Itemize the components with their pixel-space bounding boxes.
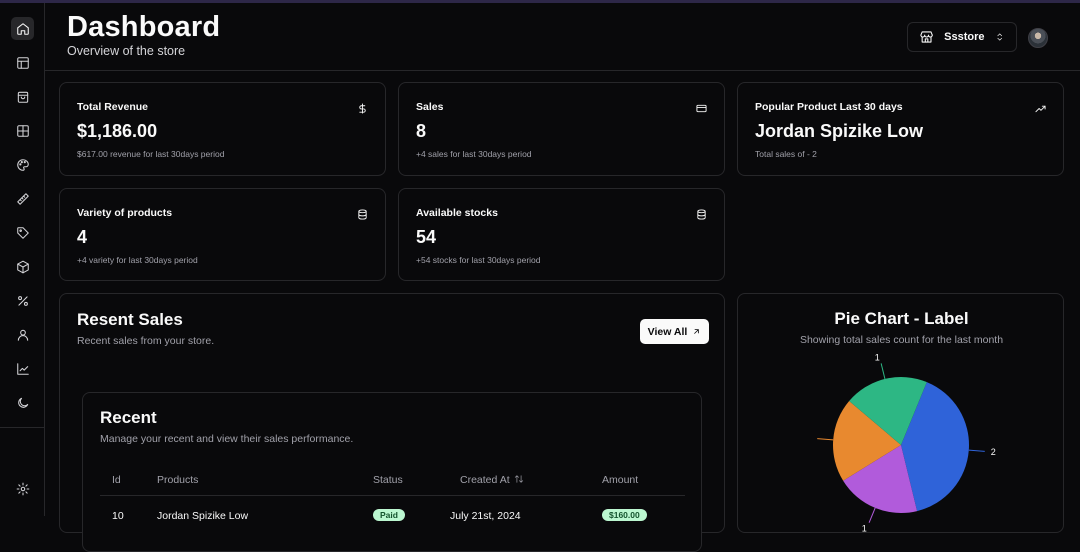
shopping-bag-icon[interactable]	[11, 85, 34, 108]
view-all-label: View All	[647, 325, 688, 338]
stat-note: +54 stocks for last 30days period	[416, 255, 541, 265]
table-cell-created: July 21st, 2024	[450, 510, 521, 522]
stat-label: Available stocks	[416, 207, 498, 219]
layout-icon[interactable]	[11, 51, 34, 74]
credit-card-icon	[696, 101, 707, 113]
trending-up-icon	[1035, 101, 1046, 113]
stat-note: $617.00 revenue for last 30days period	[77, 149, 225, 159]
pie-label-leader	[968, 449, 985, 452]
column-header-id: Id	[112, 474, 121, 486]
home-icon[interactable]	[11, 17, 34, 40]
stat-note: Total sales of - 2	[755, 149, 817, 159]
total-revenue-card: Total Revenue $1,186.00 $617.00 revenue …	[59, 82, 386, 176]
percent-icon[interactable]	[11, 289, 34, 312]
table-header-divider	[100, 495, 685, 496]
pie-label-leader	[880, 363, 886, 380]
store-switcher[interactable]: Ssstore	[907, 22, 1017, 52]
column-header-status: Status	[373, 474, 403, 486]
store-name: Ssstore	[944, 31, 985, 43]
pie-chart-card: Pie Chart - Label Showing total sales co…	[737, 293, 1064, 533]
recent-table-subtitle: Manage your recent and view their sales …	[100, 433, 354, 445]
dollar-icon	[357, 101, 368, 114]
recent-sales-subtitle: Recent sales from your store.	[77, 335, 215, 347]
variety-card: Variety of products 4 +4 variety for las…	[59, 188, 386, 281]
stat-label: Sales	[416, 101, 444, 113]
column-header-created-at-label: Created At	[460, 474, 510, 486]
table-cell-product[interactable]: Jordan Spizike Low	[157, 510, 248, 522]
recent-table-title: Recent	[100, 408, 157, 427]
status-badge: Paid	[373, 509, 405, 521]
sidebar	[0, 3, 45, 516]
stat-note: +4 sales for last 30days period	[416, 149, 532, 159]
stat-value: 4	[77, 227, 88, 247]
popular-product-card: Popular Product Last 30 days Jordan Spiz…	[737, 82, 1064, 176]
pie-chart: 2 1 1	[817, 353, 996, 533]
page-header: Dashboard Overview of the store Ssstore	[45, 3, 1080, 71]
tag-icon[interactable]	[11, 221, 34, 244]
column-header-products: Products	[157, 474, 199, 486]
stat-value: $1,186.00	[77, 121, 158, 141]
view-all-button[interactable]: View All	[640, 319, 709, 344]
user-icon[interactable]	[11, 323, 34, 346]
stat-value: Jordan Spizike Low	[755, 121, 924, 141]
ruler-icon[interactable]	[11, 187, 34, 210]
sort-icon	[514, 475, 523, 483]
stat-note: +4 variety for last 30days period	[77, 255, 198, 265]
line-chart-icon[interactable]	[11, 357, 34, 380]
palette-icon[interactable]	[11, 153, 34, 176]
stat-label: Total Revenue	[77, 101, 148, 113]
stat-label: Variety of products	[77, 207, 173, 219]
recent-sales-title: Resent Sales	[77, 310, 183, 329]
column-header-amount: Amount	[602, 474, 639, 486]
pie-label-leader	[868, 507, 876, 523]
database-icon	[696, 207, 707, 220]
grid-icon[interactable]	[11, 119, 34, 142]
amount-badge: $160.00	[602, 509, 647, 521]
store-icon	[920, 31, 933, 43]
pie-slice-label: 1	[875, 353, 880, 363]
pie-slice-label: 1	[862, 523, 867, 533]
sales-card: Sales 8 +4 sales for last 30days period	[398, 82, 725, 176]
stocks-card: Available stocks 54 +54 stocks for last …	[398, 188, 725, 281]
arrow-up-right-icon	[694, 329, 700, 334]
moon-icon[interactable]	[11, 391, 34, 414]
pie-label-leader	[817, 438, 834, 441]
pie-slice-label: 2	[991, 447, 996, 457]
database-icon	[357, 207, 368, 220]
stat-value: 54	[416, 227, 437, 247]
sidebar-divider	[0, 427, 44, 428]
page-subtitle: Overview of the store	[67, 44, 186, 58]
package-icon[interactable]	[11, 255, 34, 278]
chevrons-up-down-icon	[996, 33, 1002, 41]
stat-value: 8	[416, 121, 427, 141]
recent-table-card: Recent Manage your recent and view their…	[82, 392, 702, 552]
table-cell-id: 10	[112, 510, 124, 522]
settings-icon[interactable]	[11, 477, 34, 500]
avatar[interactable]	[1028, 28, 1048, 48]
page-title: Dashboard	[67, 11, 221, 43]
recent-sales-card: Resent Sales Recent sales from your stor…	[59, 293, 725, 552]
column-header-created-at[interactable]: Created At	[460, 474, 524, 486]
stat-label: Popular Product Last 30 days	[755, 101, 903, 113]
